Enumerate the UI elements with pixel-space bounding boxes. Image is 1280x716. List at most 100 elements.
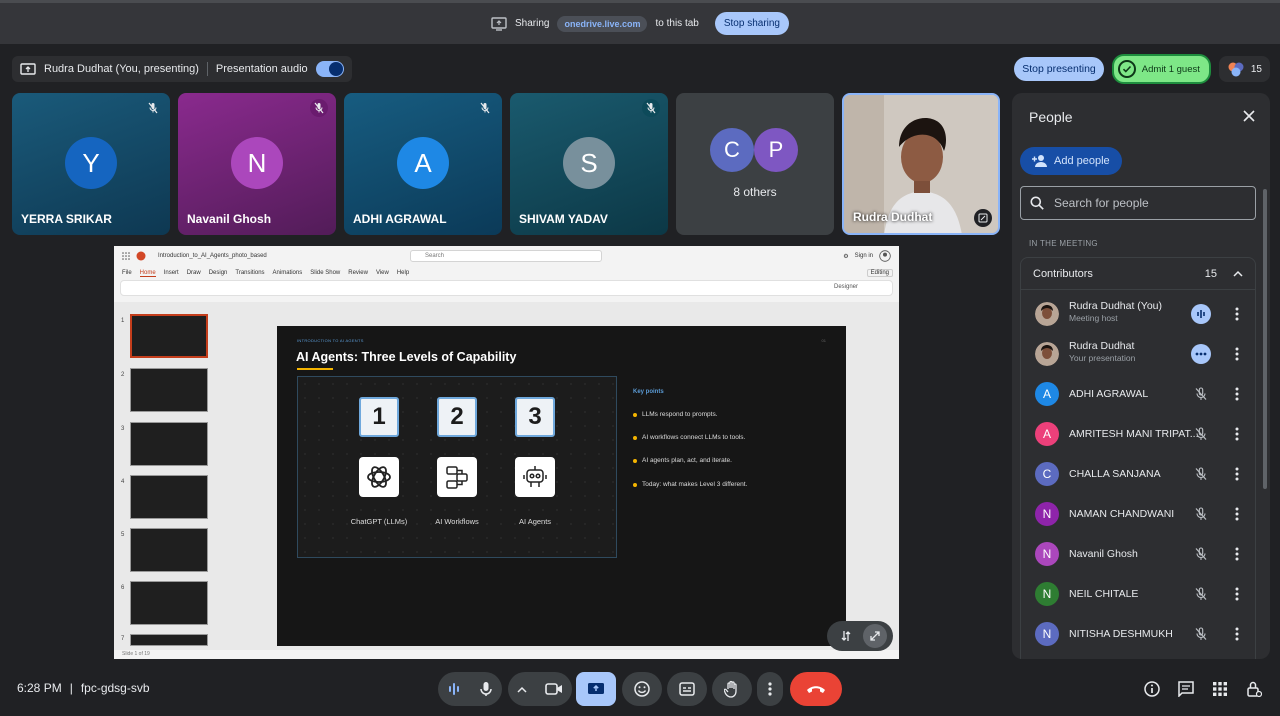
account-icon[interactable] bbox=[879, 250, 891, 262]
host-controls-icon[interactable] bbox=[1244, 679, 1264, 699]
self-video-tile[interactable]: Rudra Dudhat bbox=[842, 93, 1000, 235]
ppt-title-bar: Introduction_to_AI_Agents_photo_based Se… bbox=[114, 246, 899, 266]
slide-thumbnail[interactable] bbox=[130, 368, 208, 412]
leave-call-button[interactable] bbox=[790, 672, 842, 706]
camera-button[interactable] bbox=[545, 682, 563, 696]
info-icon[interactable] bbox=[1142, 679, 1162, 699]
key-point: AI agents plan, act, and iterate. bbox=[633, 457, 732, 464]
slide-thumbnail[interactable] bbox=[130, 475, 208, 519]
participant-name: Rudra Dudhat bbox=[1069, 340, 1135, 352]
more-options-icon[interactable] bbox=[1227, 544, 1247, 564]
participant-role: Your presentation bbox=[1069, 353, 1136, 363]
designer-button[interactable]: Designer bbox=[834, 284, 858, 290]
participant-row[interactable]: A AMRITESH MANI TRIPAT... bbox=[1021, 414, 1257, 454]
chat-icon[interactable] bbox=[1176, 679, 1196, 699]
shared-domain: onedrive.live.com bbox=[557, 15, 648, 32]
participant-row[interactable]: N NAMAN CHANDWANI bbox=[1021, 494, 1257, 534]
more-options-icon[interactable] bbox=[1227, 624, 1247, 644]
participant-row[interactable]: Rudra Dudhat Your presentation bbox=[1021, 334, 1257, 374]
waffle-icon[interactable] bbox=[122, 252, 130, 260]
more-options-icon[interactable] bbox=[1227, 424, 1247, 444]
more-options-icon[interactable] bbox=[1227, 344, 1247, 364]
menu-draw[interactable]: Draw bbox=[187, 270, 201, 276]
close-icon[interactable] bbox=[1242, 109, 1256, 123]
more-options-icon[interactable] bbox=[1227, 464, 1247, 484]
key-point: Today: what makes Level 3 different. bbox=[633, 481, 747, 488]
chevron-up-icon[interactable] bbox=[517, 686, 527, 693]
more-options-icon[interactable] bbox=[1227, 384, 1247, 404]
avatar: N bbox=[1035, 582, 1059, 606]
key-point-text: LLMs respond to prompts. bbox=[642, 411, 718, 418]
bullet-dot bbox=[633, 412, 637, 417]
avatar: Y bbox=[65, 137, 117, 189]
admit-guest-button[interactable]: Admit 1 guest bbox=[1111, 54, 1211, 84]
slide-thumbnail[interactable] bbox=[130, 581, 208, 625]
more-options-icon[interactable] bbox=[1227, 304, 1247, 324]
mic-off-icon bbox=[642, 99, 660, 117]
contributors-section: Contributors 15 Rudra Dudhat (You) Meeti… bbox=[1020, 257, 1256, 659]
menu-insert[interactable]: Insert bbox=[164, 270, 179, 276]
menu-review[interactable]: Review bbox=[348, 270, 368, 276]
activities-icon[interactable] bbox=[1210, 679, 1230, 699]
meeting-code[interactable]: fpc-gdsg-svb bbox=[81, 681, 150, 695]
mic-off-icon bbox=[1191, 544, 1211, 564]
participant-tile[interactable]: N Navanil Ghosh bbox=[178, 93, 336, 235]
participant-row[interactable]: N Navanil Ghosh bbox=[1021, 534, 1257, 574]
participant-tile[interactable]: A ADHI AGRAWAL bbox=[344, 93, 502, 235]
slide-canvas[interactable]: INTRODUCTION TO AI AGENTS 01 AI Agents: … bbox=[277, 326, 846, 646]
slide-thumbnail[interactable] bbox=[130, 528, 208, 572]
menu-animations[interactable]: Animations bbox=[273, 270, 303, 276]
menu-design[interactable]: Design bbox=[209, 270, 228, 276]
swap-icon[interactable] bbox=[834, 624, 858, 648]
menu-slide-show[interactable]: Slide Show bbox=[310, 270, 340, 276]
contributors-header[interactable]: Contributors 15 bbox=[1021, 258, 1255, 290]
gear-icon[interactable]: ⚙ bbox=[843, 253, 848, 260]
search-people-input[interactable]: Search for people bbox=[1020, 186, 1256, 220]
more-options-button[interactable] bbox=[757, 672, 783, 706]
participant-name: Navanil Ghosh bbox=[187, 212, 272, 226]
participant-tile[interactable]: S SHIVAM YADAV bbox=[510, 93, 668, 235]
present-screen-button[interactable] bbox=[576, 672, 616, 706]
level-number-card: 2 bbox=[437, 397, 477, 437]
participant-row[interactable]: A ADHI AGRAWAL bbox=[1021, 374, 1257, 414]
stop-presenting-button[interactable]: Stop presenting bbox=[1014, 57, 1104, 81]
slide-thumbnail[interactable] bbox=[130, 634, 208, 646]
tile-options-icon[interactable] bbox=[974, 209, 992, 227]
ppt-search-box[interactable]: Search bbox=[410, 250, 602, 262]
menu-home[interactable]: Home bbox=[139, 270, 156, 277]
contributors-label: Contributors bbox=[1033, 267, 1093, 280]
file-title: Introduction_to_AI_Agents_photo_based bbox=[158, 253, 267, 259]
stop-sharing-button[interactable]: Stop sharing bbox=[714, 12, 789, 35]
participant-row[interactable]: N NEIL CHITALE bbox=[1021, 574, 1257, 614]
menu-transitions[interactable]: Transitions bbox=[235, 270, 264, 276]
chevron-up-icon bbox=[1233, 270, 1243, 277]
menu-help[interactable]: Help bbox=[397, 270, 409, 276]
more-options-icon[interactable] bbox=[1227, 584, 1247, 604]
emoji-reaction-button[interactable] bbox=[622, 672, 662, 706]
participant-row[interactable]: C CHALLA SANJANA bbox=[1021, 454, 1257, 494]
microphone-button[interactable] bbox=[479, 681, 493, 697]
people-count-button[interactable]: 15 bbox=[1218, 56, 1270, 82]
raise-hand-button[interactable] bbox=[712, 672, 752, 706]
menu-view[interactable]: View bbox=[376, 270, 389, 276]
mic-off-icon bbox=[1191, 504, 1211, 524]
panel-scrollbar[interactable] bbox=[1263, 189, 1267, 489]
participant-tile[interactable]: Y YERRA SRIKAR bbox=[12, 93, 170, 235]
title-underline bbox=[297, 368, 333, 370]
participant-row[interactable]: N NITISHA DESHMUKH bbox=[1021, 614, 1257, 654]
presentation-audio-toggle[interactable] bbox=[315, 61, 344, 77]
add-people-button[interactable]: Add people bbox=[1020, 147, 1122, 175]
sign-in-link[interactable]: Sign in bbox=[855, 253, 873, 259]
more-options-icon[interactable] bbox=[1227, 504, 1247, 524]
menu-file[interactable]: File bbox=[122, 270, 132, 276]
editing-mode-button[interactable]: Editing bbox=[866, 269, 893, 277]
fullscreen-icon[interactable] bbox=[862, 624, 887, 648]
slide-thumbnail[interactable] bbox=[130, 422, 208, 466]
slide-thumbnail[interactable] bbox=[130, 314, 208, 358]
captions-button[interactable] bbox=[667, 672, 707, 706]
others-tile[interactable]: C P 8 others bbox=[676, 93, 834, 235]
participant-row[interactable]: Rudra Dudhat (You) Meeting host bbox=[1021, 294, 1257, 334]
level-number-card: 1 bbox=[359, 397, 399, 437]
shared-screen: Introduction_to_AI_Agents_photo_based Se… bbox=[114, 246, 899, 659]
avatar: N bbox=[1035, 542, 1059, 566]
